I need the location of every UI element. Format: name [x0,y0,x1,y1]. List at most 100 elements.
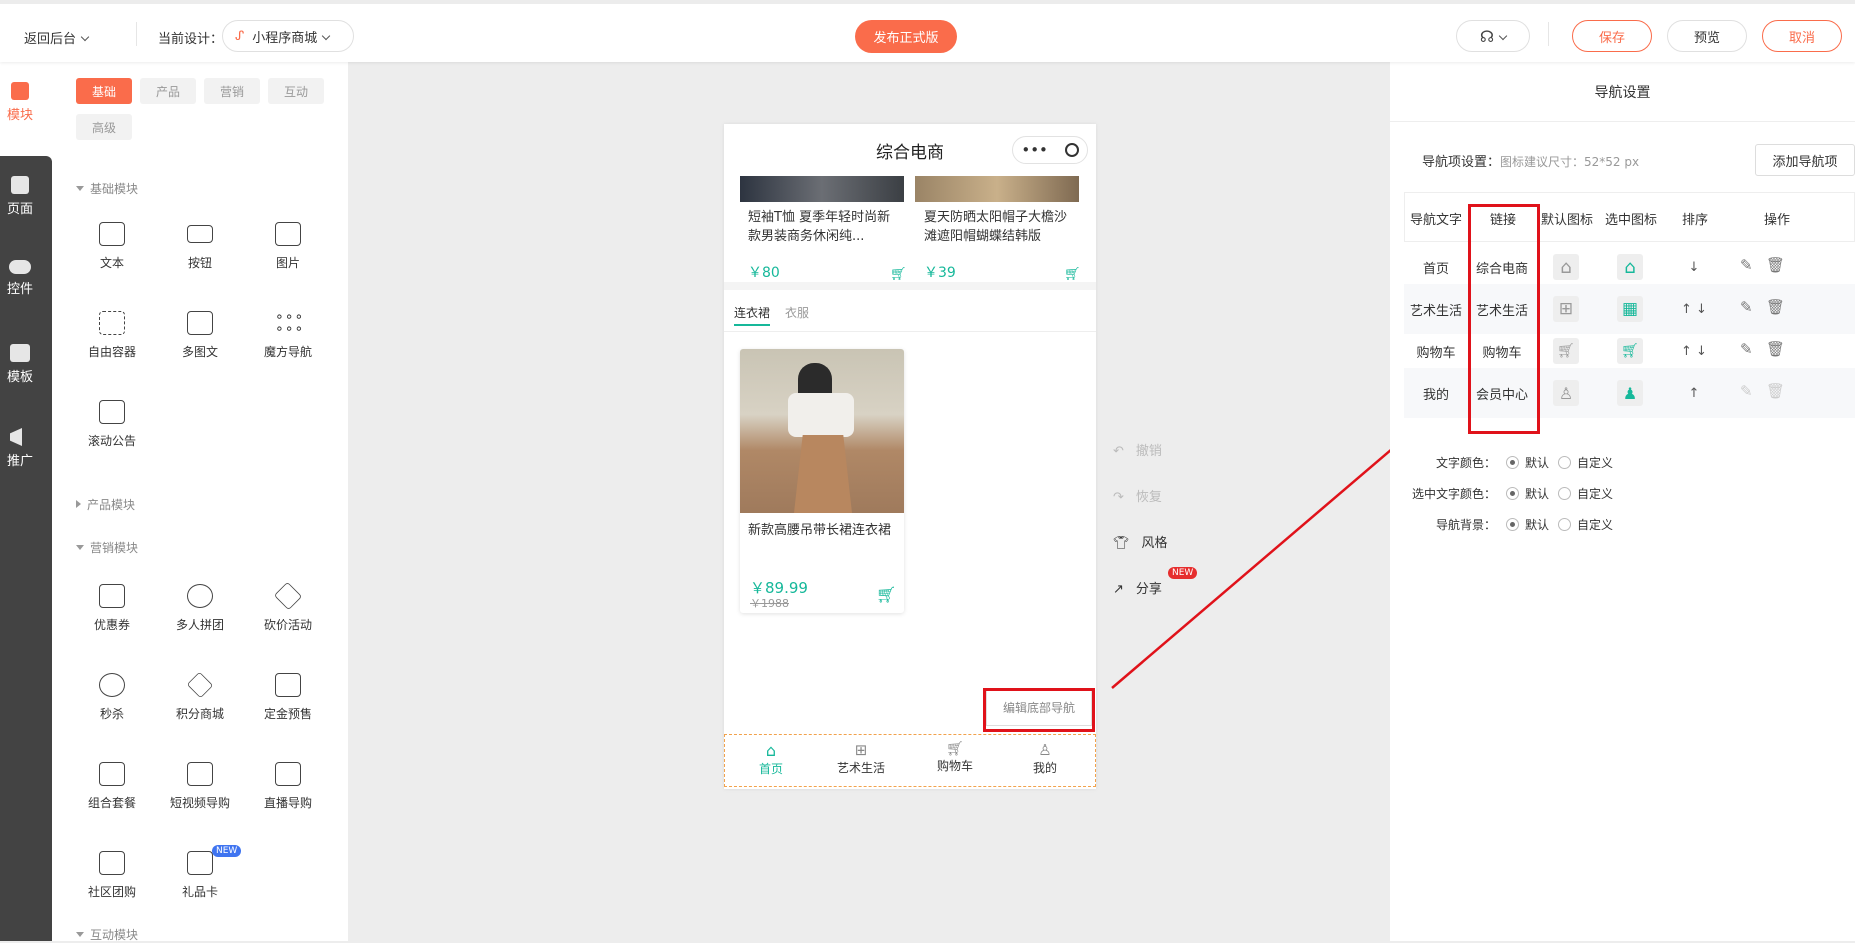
module-flash-sale[interactable]: 秒杀 [72,673,152,722]
bottom-nav-art[interactable]: ⊞ 艺术生活 [833,741,889,776]
share-icon: ↗ [1113,582,1124,597]
radio-default[interactable]: 默认 [1506,454,1549,471]
trash-icon[interactable]: 🗑︎ [1766,298,1785,316]
button-icon [187,225,213,243]
miniprogram-icon: ᔑ [235,28,245,44]
tab-dress[interactable]: 连衣裙 [734,304,770,321]
grid-icon: ⊞ [854,741,868,759]
bottom-nav-mine[interactable]: ♙ 我的 [1017,741,1073,776]
module-live[interactable]: 直播导购 [248,762,328,811]
module-coupon[interactable]: 优惠券 [72,584,152,633]
module-deposit-presale[interactable]: 定金预售 [248,673,328,722]
add-nav-item-button[interactable]: 添加导航项 [1755,144,1855,176]
icon-size-hint: 图标建议尺寸：52*52 px [1500,155,1640,169]
radio-default[interactable]: 默认 [1506,516,1549,533]
left-icon-bar: 模块 页面 控件 模板 推广 [0,62,52,941]
divider [1548,22,1549,46]
nav-modules[interactable]: 模块 [0,82,40,123]
more-dots-icon: ••• [1021,141,1048,159]
redo-button[interactable]: ↷ 恢复 [1113,486,1162,505]
module-free-container[interactable]: 自由容器 [72,311,152,360]
model-skirt [794,435,852,513]
section-basic[interactable]: 基础模块 [76,180,138,197]
module-label: 定金预售 [263,707,312,721]
module-label: 短视频导购 [169,796,230,810]
module-gift-card[interactable]: 礼品卡 NEW [160,845,242,900]
module-points-mall[interactable]: 积分商城 [160,671,240,722]
cart-icon[interactable]: 🛒︎ [1064,267,1081,282]
calendar-icon [275,673,301,697]
module-bargain[interactable]: 砍价活动 [248,581,328,633]
product-card[interactable]: 新款高腰吊带长裙连衣裙 ￥89.99 ￥1988 🛒︎ [740,349,904,613]
edit-icon[interactable]: ✎ [1740,340,1753,358]
tab-interactive[interactable]: 互动 [268,78,324,104]
tab-product[interactable]: 产品 [140,78,196,104]
nav-pages[interactable]: 页面 [0,176,40,217]
module-label: 社区团购 [87,885,136,899]
nav-controls[interactable]: 控件 [0,260,40,297]
section-product[interactable]: 产品模块 [76,496,135,513]
module-multi-image-text[interactable]: 多图文 [160,311,240,360]
capsule-menu[interactable]: ••• [1012,136,1088,164]
annotation-box [1468,204,1540,434]
bottom-nav-cart[interactable]: 🛒︎ 购物车 [927,741,983,774]
nav-item-settings-label: 导航项设置：图标建议尺寸：52*52 px [1422,151,1639,170]
module-label: 图片 [275,256,300,270]
notice-icon [99,400,125,424]
cart-icon[interactable]: 🛒︎ [876,585,896,604]
tab-clothes[interactable]: 衣服 [785,304,809,321]
publish-button[interactable]: 发布正式版 [855,20,957,53]
trash-icon[interactable]: 🗑︎ [1766,256,1785,274]
section-marketing[interactable]: 营销模块 [76,539,138,556]
section-interactive[interactable]: 互动模块 [76,926,138,943]
cart-icon[interactable]: 🛒︎ [890,267,907,282]
radio-icon [1558,487,1571,500]
tab-marketing[interactable]: 营销 [204,78,260,104]
page-icon [11,176,29,194]
nav-modules-label: 模块 [6,108,33,123]
radio-icon [1558,456,1571,469]
sort-arrows[interactable]: ↑ [1662,368,1726,418]
default-icon-cell[interactable]: ♙ [1534,368,1598,418]
back-label: 返回后台 [24,32,77,47]
divider [136,22,137,46]
bottom-nav-home[interactable]: ⌂ 首页 [743,741,799,777]
save-button[interactable]: 保存 [1572,20,1652,52]
tab-basic[interactable]: 基础 [76,78,132,104]
preview-button[interactable]: 预览 [1667,20,1747,52]
settings-panel: 导航设置 导航项设置：图标建议尺寸：52*52 px 添加导航项 导航文字 链接… [1390,62,1855,941]
cancel-button[interactable]: 取消 [1762,20,1842,52]
share-button[interactable]: ↗ 分享 [1113,578,1162,597]
module-label: 文本 [99,256,124,270]
radio-default[interactable]: 默认 [1506,485,1549,502]
selected-icon-cell[interactable]: ♟ [1598,368,1662,418]
module-image[interactable]: 图片 [248,222,328,271]
module-community-buy[interactable]: 社区团购 [72,851,152,900]
edit-icon[interactable]: ✎ [1740,298,1753,316]
radio-custom[interactable]: 自定义 [1558,485,1613,502]
module-button[interactable]: 按钮 [160,222,240,271]
module-panel: 基础 产品 营销 互动 高级 基础模块 文本 按钮 图片 自由容器 多图文 ∘∘… [52,62,348,943]
model-shirt [788,393,854,437]
module-scroll-notice[interactable]: 滚动公告 [72,400,152,449]
radio-custom[interactable]: 自定义 [1558,454,1613,471]
option-label: 选中文字颜色： [1411,487,1496,501]
module-label: 自由容器 [87,345,136,359]
module-text[interactable]: 文本 [72,222,152,271]
design-select[interactable]: ᔑ 小程序商城 [222,20,354,52]
support-dropdown[interactable]: ☊ [1456,20,1530,52]
style-button[interactable]: 👕︎ 风格 [1113,532,1168,551]
module-magic-nav[interactable]: ∘∘∘ ∘∘∘ 魔方导航 [248,310,328,360]
radio-icon [1506,487,1519,500]
module-combo[interactable]: 组合套餐 [72,762,152,811]
nav-promotion[interactable]: 推广 [0,428,40,469]
tab-advanced[interactable]: 高级 [76,114,132,140]
undo-button[interactable]: ↶ 撤销 [1113,440,1162,459]
radio-custom[interactable]: 自定义 [1558,516,1613,533]
back-to-admin-dropdown[interactable]: 返回后台 [24,28,90,47]
trash-icon[interactable]: 🗑︎ [1766,340,1785,358]
nav-templates[interactable]: 模板 [0,344,40,385]
module-short-video[interactable]: 短视频导购 [160,762,240,811]
edit-icon[interactable]: ✎ [1740,256,1753,274]
module-group-buy[interactable]: 多人拼团 [160,584,240,633]
